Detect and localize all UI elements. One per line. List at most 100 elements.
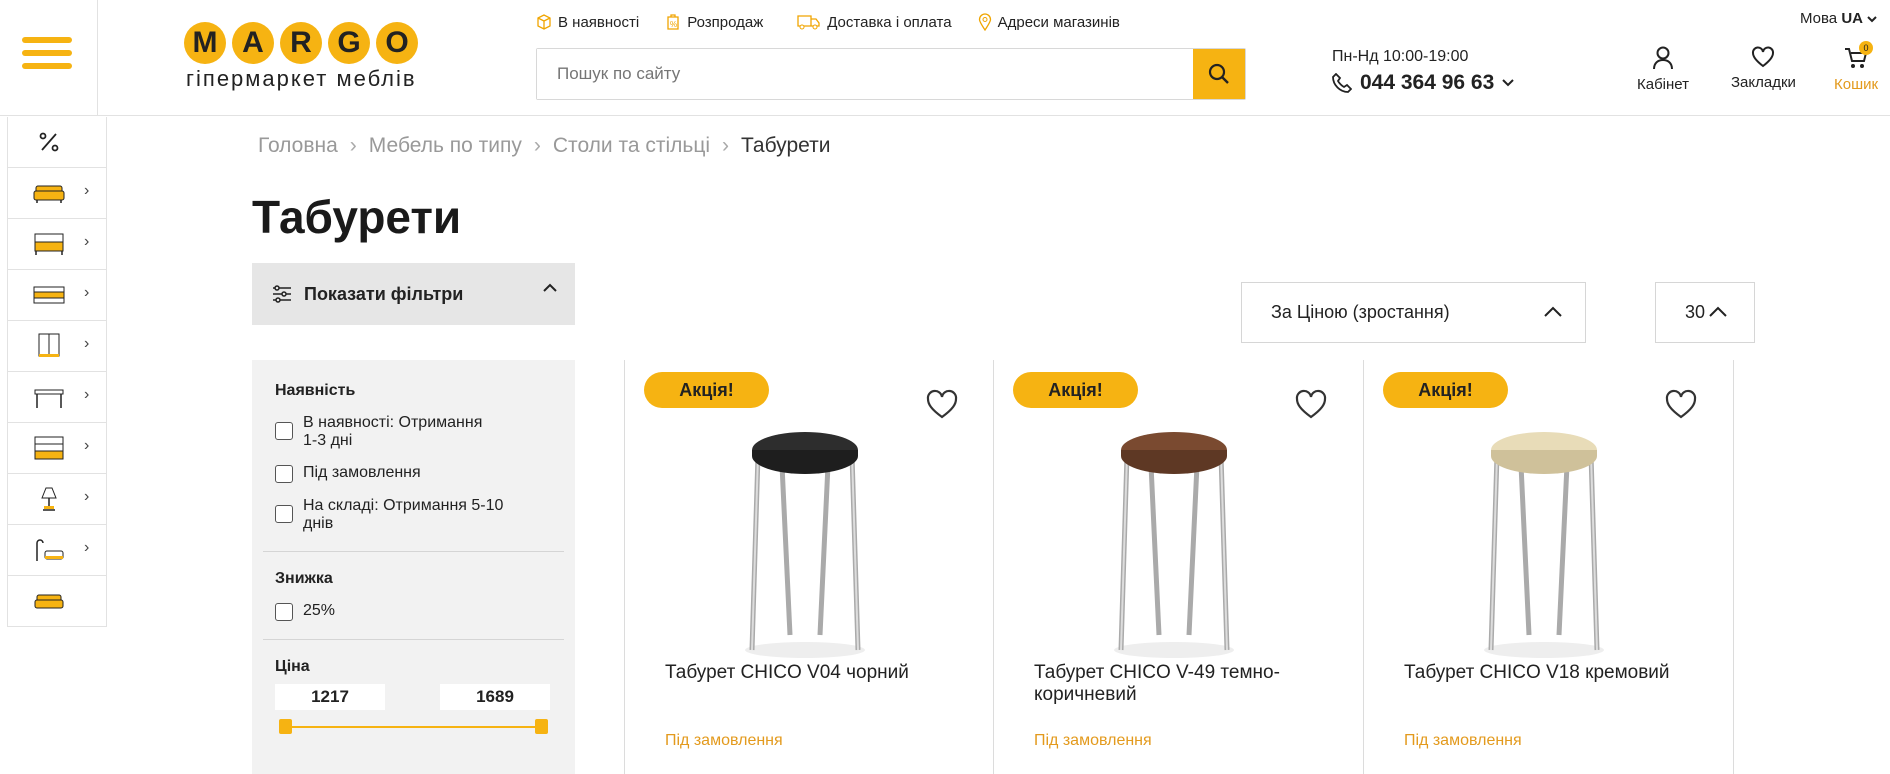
filter-option-label: На складі: Отримання 5-10 днів [303, 497, 504, 532]
filter-option[interactable]: 25% [275, 602, 552, 621]
phone-number[interactable]: 044 364 96 63 [1332, 71, 1515, 95]
product-status: Під замовлення [665, 732, 783, 749]
breadcrumb-link[interactable]: Мебель по типу [369, 134, 522, 158]
truck-icon [797, 15, 820, 30]
chevron-down-icon [1502, 79, 1515, 87]
product-name[interactable]: Табурет CHICO V-49 темно-коричневий [1034, 662, 1334, 706]
chevron-right-icon: › [84, 335, 90, 352]
category-item-tables[interactable]: › [8, 372, 106, 423]
filter-group-price: Ціна 1217 1689 [275, 658, 552, 738]
logo-letter: G [328, 22, 370, 64]
heart-icon[interactable] [1294, 388, 1328, 420]
search-input[interactable] [537, 49, 1193, 99]
category-item-armchairs[interactable]: › [8, 525, 106, 576]
price-max-input[interactable]: 1689 [440, 684, 550, 710]
checkbox[interactable] [275, 465, 293, 483]
chevron-down-icon [1867, 16, 1877, 23]
couch-icon [34, 594, 64, 609]
breadcrumb-link[interactable]: Головна [258, 134, 338, 158]
checkbox[interactable] [275, 505, 293, 523]
product-card[interactable]: Акція! Табурет CHICO V18 кремовий Під за… [1364, 360, 1734, 774]
chevron-right-icon: › [84, 182, 90, 199]
stool-image [1114, 432, 1234, 658]
filter-option[interactable]: На складі: Отримання 5-10 днів [275, 497, 505, 533]
sort-select[interactable]: За Ціною (зростання) [1241, 282, 1586, 343]
per-page-value: 30 [1685, 302, 1706, 322]
divider [263, 639, 564, 640]
table-icon [34, 389, 64, 408]
link-delivery[interactable]: Доставка і оплата [797, 13, 952, 31]
category-item-shelves[interactable]: › [8, 423, 106, 474]
link-in-stock[interactable]: В наявності [536, 13, 639, 31]
chevron-right-icon: › [84, 284, 90, 301]
breadcrumb-separator: › [533, 134, 541, 157]
per-page-select[interactable]: 30 [1655, 282, 1755, 343]
category-item-mattresses[interactable]: › [8, 270, 106, 321]
logo-letter: M [184, 22, 226, 64]
menu-bar [22, 63, 72, 69]
phone-text: 044 364 96 63 [1360, 71, 1495, 94]
wardrobe-icon [38, 333, 60, 357]
filter-group-title: Знижка [275, 570, 333, 587]
filters-toggle-button[interactable]: Показати фільтри [252, 263, 575, 325]
range-handle-min[interactable] [279, 719, 292, 734]
filter-group-title: Ціна [275, 658, 310, 675]
chevron-up-icon [1544, 306, 1562, 317]
search-button[interactable] [1193, 49, 1245, 99]
filter-sliders-icon [273, 285, 291, 303]
heart-icon[interactable] [925, 388, 959, 420]
sort-value: За Ціною (зростання) [1271, 302, 1450, 322]
breadcrumb-separator: › [722, 134, 730, 157]
checkbox[interactable] [275, 603, 293, 621]
price-min-input[interactable]: 1217 [275, 684, 385, 710]
logo-letter: R [280, 22, 322, 64]
shelf-icon [34, 436, 64, 460]
link-sale[interactable]: % Розпродаж [665, 13, 763, 31]
top-links: В наявності % Розпродаж Доставка і оплат… [536, 13, 1120, 31]
bookmarks-button[interactable]: Закладки [1731, 46, 1796, 91]
link-label: В наявності [558, 13, 640, 31]
price-range-slider[interactable] [275, 718, 552, 738]
stool-image [1484, 432, 1604, 658]
product-card[interactable]: Акція! Табурет CHICO V04 чорний Під замо… [624, 360, 994, 774]
category-item-sale[interactable] [8, 117, 106, 168]
product-name[interactable]: Табурет CHICO V04 чорний [665, 662, 965, 684]
heart-icon[interactable] [1664, 388, 1698, 420]
filter-group-availability: Наявність В наявності: Отримання 1-3 дні… [275, 382, 552, 533]
link-label: Доставка і оплата [827, 13, 952, 31]
filters-toggle-label: Показати фільтри [304, 283, 464, 304]
product-card[interactable]: Акція! Табурет CHICO V-49 темно-коричнев… [994, 360, 1364, 774]
chevron-right-icon: › [84, 233, 90, 250]
checkbox[interactable] [275, 422, 293, 440]
category-item-beds[interactable]: › [8, 219, 106, 270]
filter-option[interactable]: Під замовлення [275, 464, 552, 483]
cart-button[interactable]: 0 Кошик [1834, 41, 1879, 93]
product-status: Під замовлення [1034, 732, 1152, 749]
sofa-icon [33, 185, 65, 203]
link-label: Розпродаж [687, 13, 764, 31]
site-header: M A R G O гіпермаркет меблів В наявності… [0, 0, 1890, 116]
phone-icon [1332, 73, 1352, 93]
range-handle-max[interactable] [535, 719, 548, 734]
breadcrumb-link[interactable]: Столи та стільці [553, 134, 710, 158]
filter-option[interactable]: В наявності: Отримання 1-3 дні [275, 414, 485, 450]
link-stores[interactable]: Адреси магазинів [978, 13, 1120, 31]
filter-option-label: В наявності: Отримання 1-3 дні [303, 414, 483, 449]
logo[interactable]: M A R G O гіпермаркет меблів [184, 22, 424, 92]
chevron-right-icon: › [84, 488, 90, 505]
sale-badge: Акція! [1013, 372, 1138, 408]
sale-tag-icon: % [667, 14, 679, 30]
cart-label: Кошик [1834, 76, 1879, 93]
filters-panel: Наявність В наявності: Отримання 1-3 дні… [252, 360, 575, 774]
language-switch[interactable]: Мова UA [1800, 10, 1877, 27]
category-item-lamps[interactable]: › [8, 474, 106, 525]
cabinet-button[interactable]: Кабінет [1637, 46, 1689, 93]
filter-group-discount: Знижка 25% [275, 570, 552, 621]
working-hours: Пн-Нд 10:00-19:00 [1332, 48, 1469, 65]
category-item-wardrobes[interactable]: › [8, 321, 106, 372]
menu-button[interactable] [0, 0, 98, 115]
filter-group-title: Наявність [275, 382, 356, 399]
category-item-sofas[interactable]: › [8, 168, 106, 219]
product-name[interactable]: Табурет CHICO V18 кремовий [1404, 662, 1704, 684]
category-item-couches[interactable] [8, 576, 106, 627]
